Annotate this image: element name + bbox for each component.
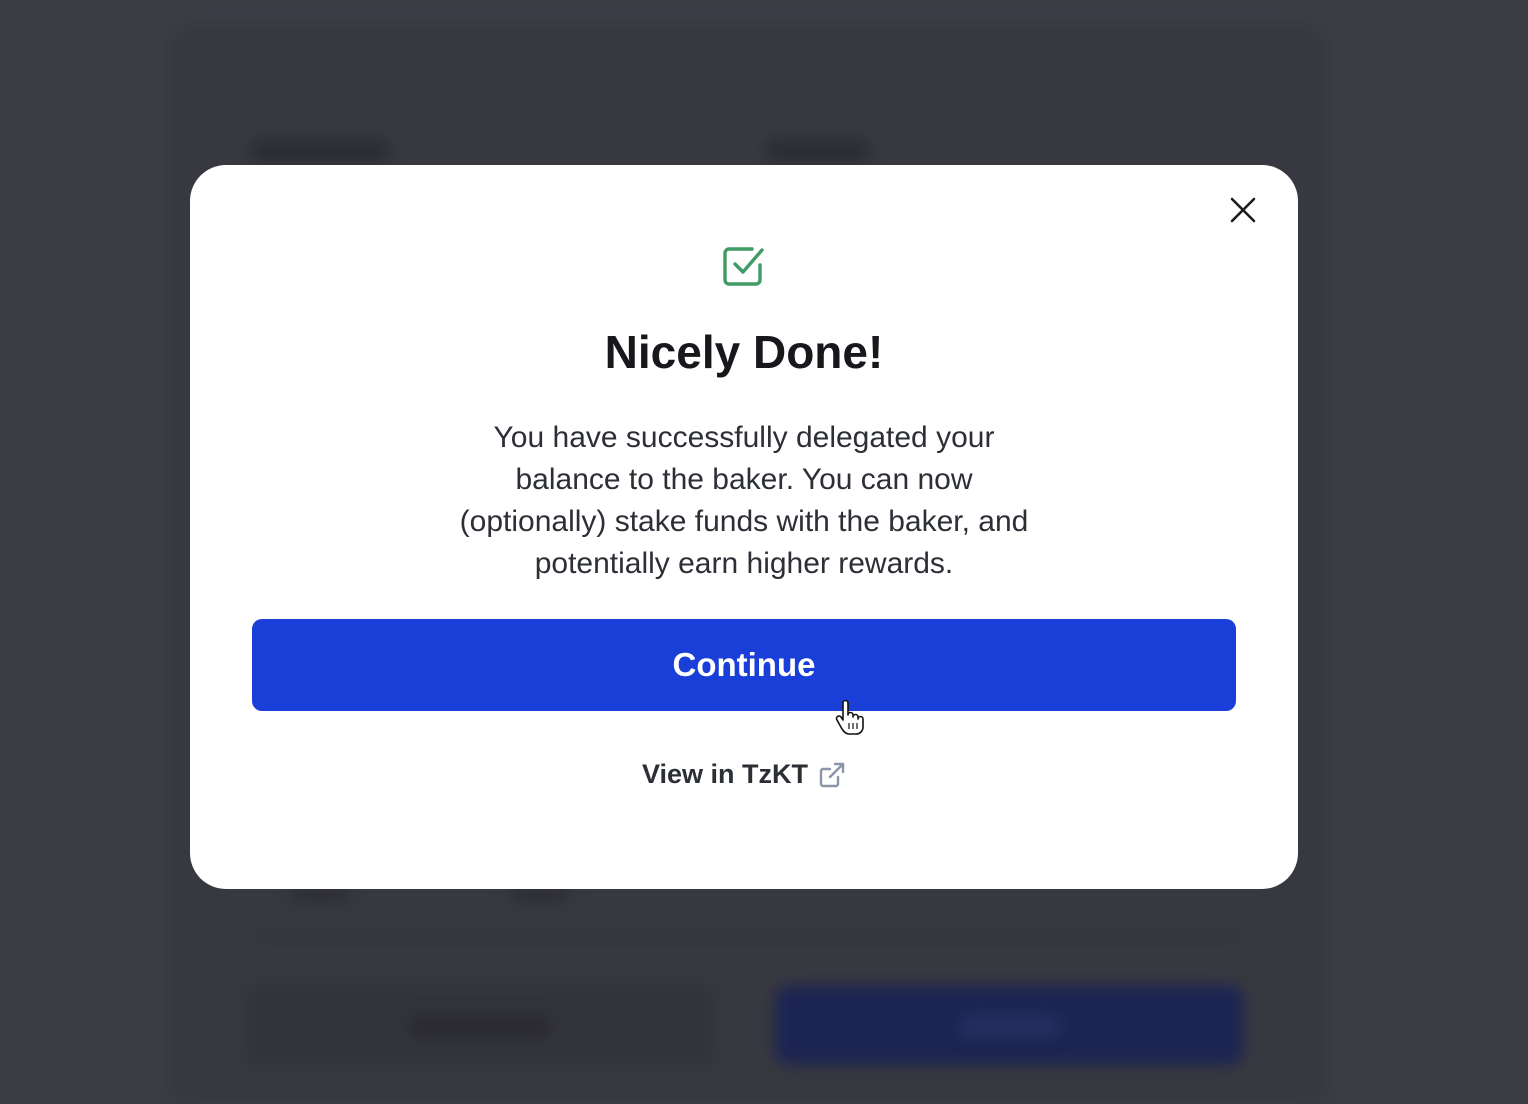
- view-in-tzkt-link[interactable]: View in TzKT: [190, 759, 1298, 790]
- background-divider: [250, 935, 1245, 941]
- continue-button[interactable]: Continue: [252, 619, 1236, 711]
- view-in-tzkt-label: View in TzKT: [641, 759, 809, 789]
- background-button-text: [960, 1015, 1060, 1037]
- modal-title: Nicely Done!: [604, 326, 884, 378]
- background-label: [250, 140, 390, 162]
- checkbox-checked-icon: [723, 247, 764, 286]
- external-link-icon: [819, 762, 845, 787]
- hand-pointer-cursor-icon: [835, 700, 864, 735]
- background-label: [765, 140, 870, 162]
- close-button[interactable]: [1228, 195, 1258, 225]
- modal-message: You have successfully delegated your bal…: [459, 421, 1029, 580]
- close-icon: [1230, 197, 1256, 223]
- success-modal: Nicely Done! You have successfully deleg…: [190, 165, 1298, 889]
- background-button-text: [410, 1015, 550, 1037]
